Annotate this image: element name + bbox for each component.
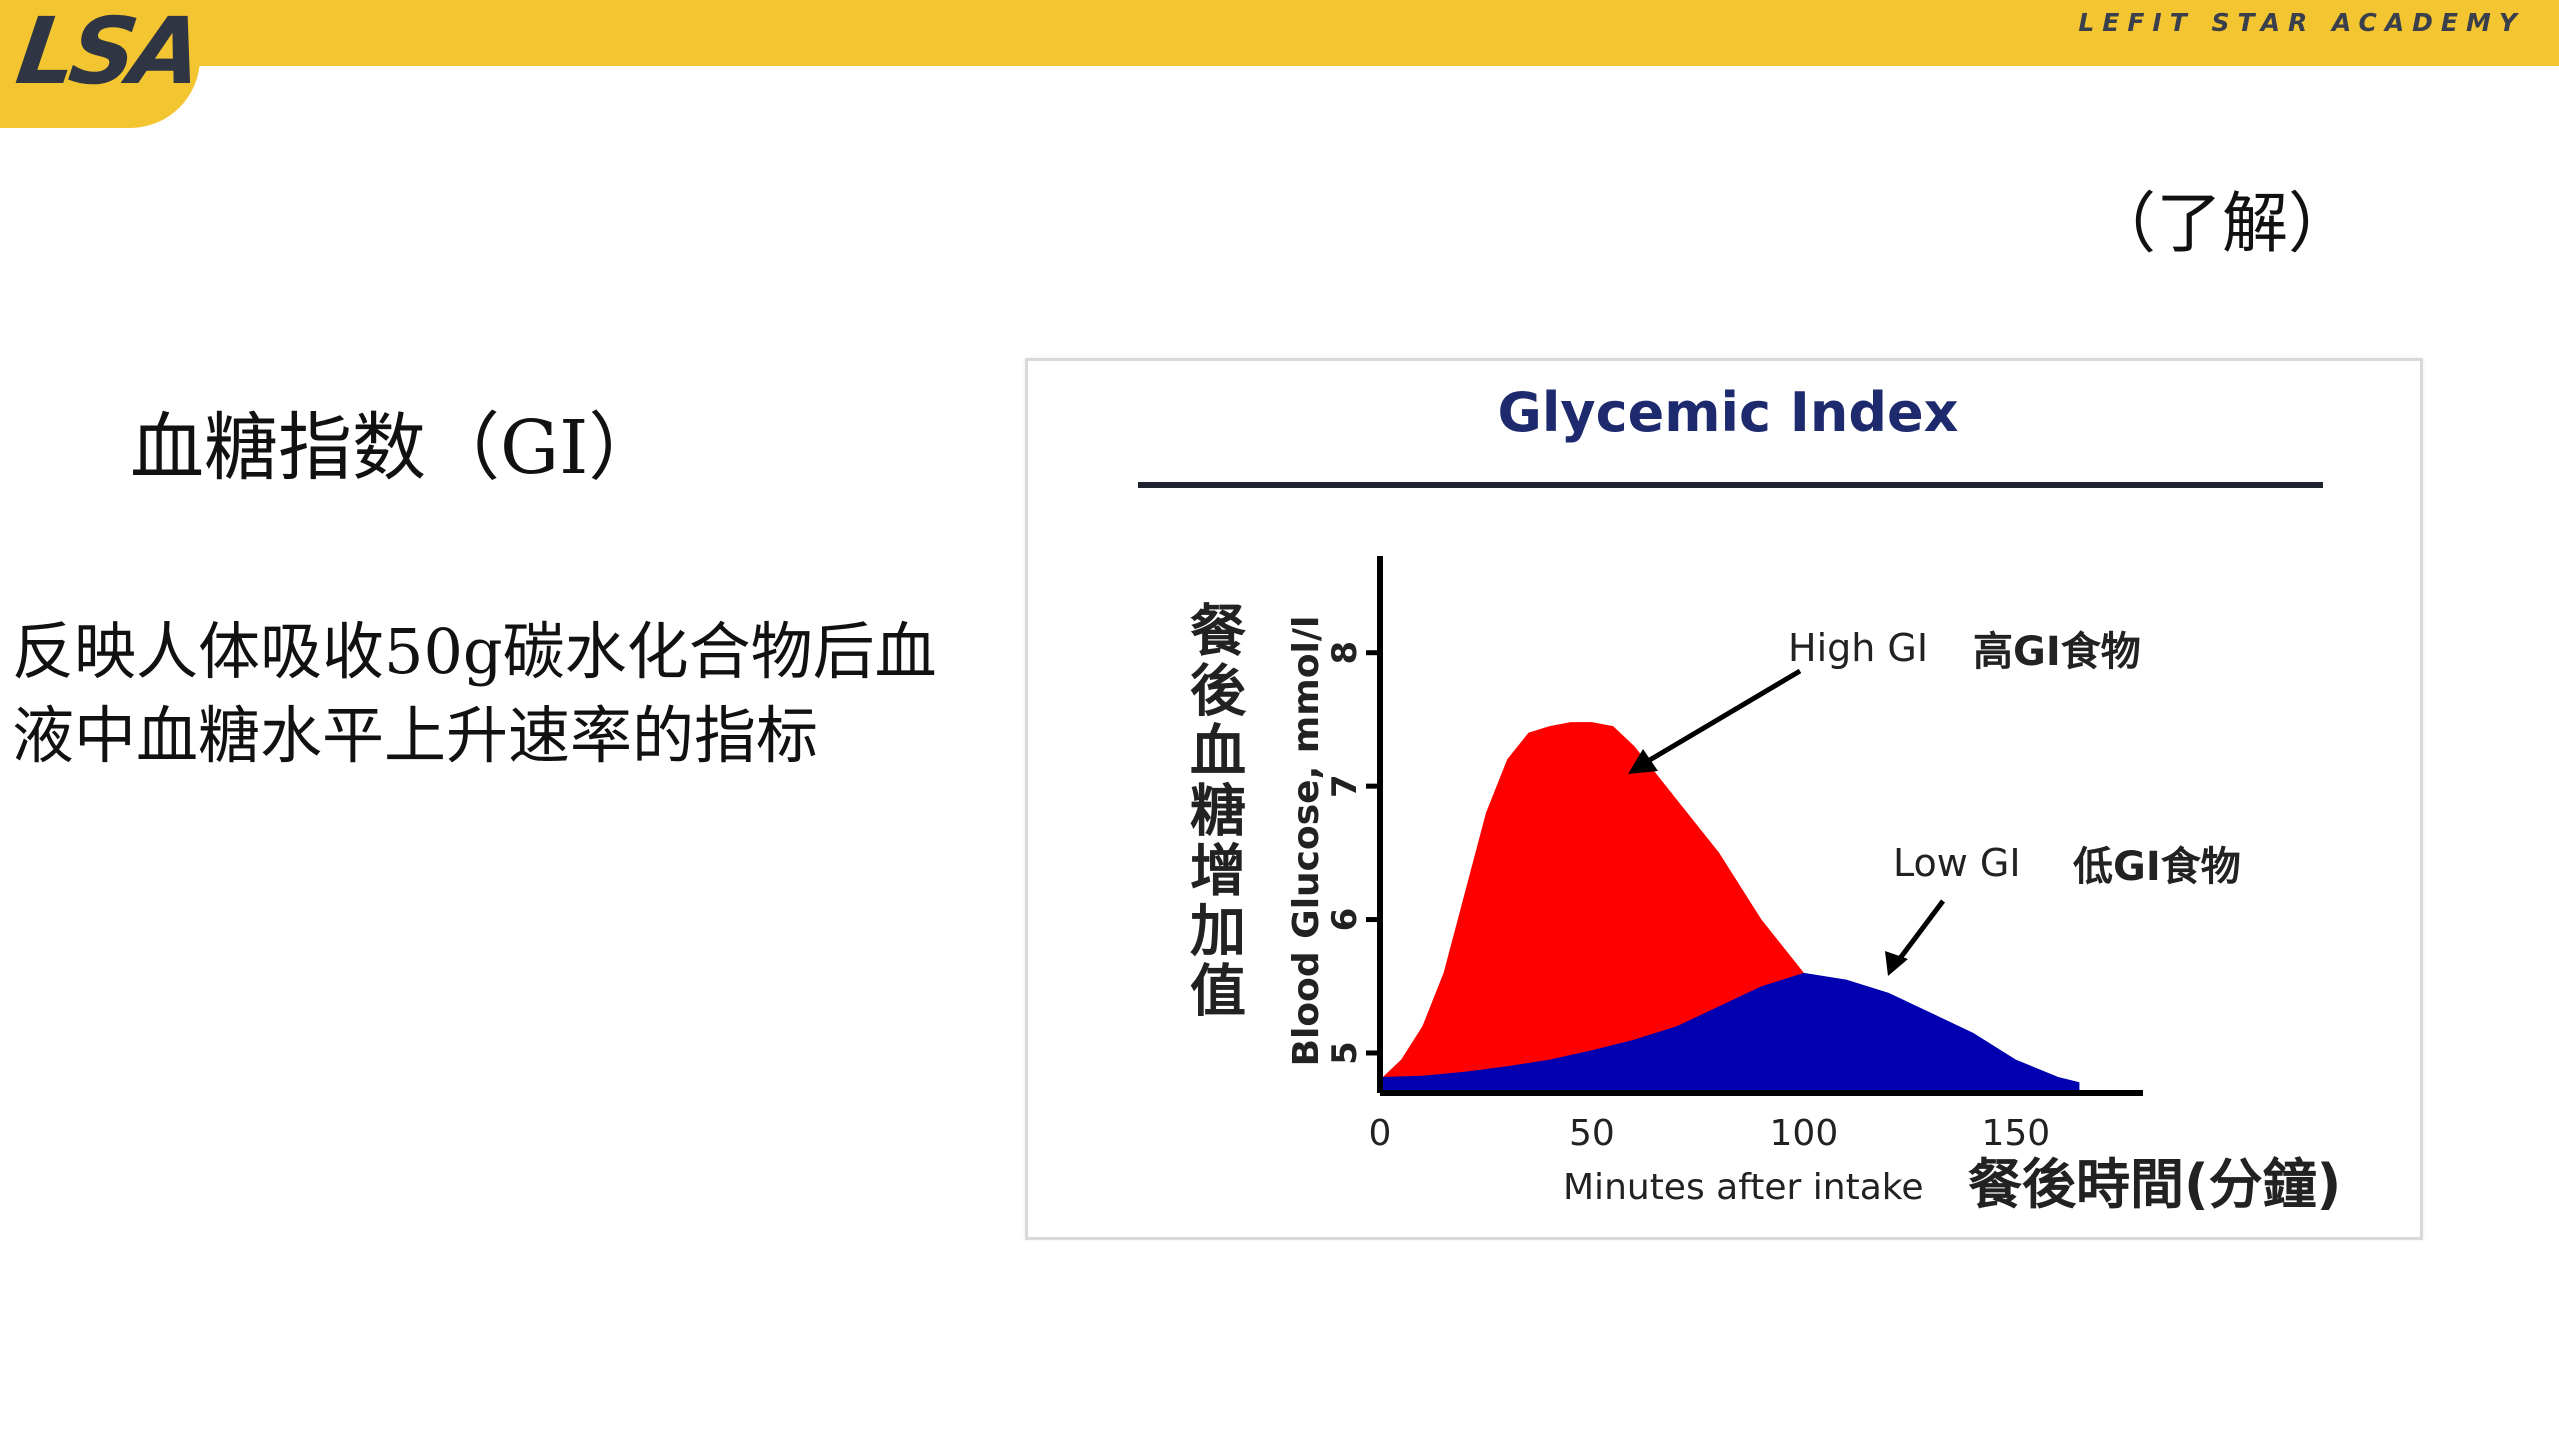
chart-frame: Glycemic Index 5 6 7 8 0 50 100 150 餐後血糖增加值 Blo… bbox=[1025, 358, 2423, 1240]
low-gi-arrow bbox=[1896, 899, 1945, 963]
y-tick-label: 5 bbox=[1325, 1041, 1365, 1065]
page-title: 血糖指数（GI） bbox=[130, 405, 663, 491]
y-axis-label: Blood Glucose, mmol/l bbox=[1286, 616, 1327, 1067]
logo-tab: LSA bbox=[0, 0, 204, 128]
high-gi-label-zh: 高GI食物 bbox=[1973, 629, 2141, 675]
x-tick-label: 0 bbox=[1369, 1113, 1392, 1154]
x-tick-label: 100 bbox=[1770, 1113, 1839, 1154]
description-line-2: 液中血糖水平上升速率的指标 bbox=[12, 699, 819, 772]
low-gi-label: Low GI bbox=[1893, 841, 2021, 885]
x-axis-label-zh: 餐後時間(分鐘) bbox=[1968, 1153, 2341, 1216]
x-tick-label: 50 bbox=[1569, 1113, 1615, 1154]
high-gi-label: High GI bbox=[1788, 626, 1928, 670]
x-tick-label: 150 bbox=[1981, 1113, 2050, 1154]
y-tick-label: 7 bbox=[1325, 774, 1365, 798]
y-tick-label: 8 bbox=[1325, 641, 1365, 665]
y-axis-label-zh: 餐後血糖增加值 bbox=[1181, 601, 1246, 1021]
hint-label: （了解） bbox=[2090, 185, 2354, 262]
chart-title: Glycemic Index bbox=[1498, 381, 1959, 444]
logo[interactable]: LSA bbox=[11, 0, 204, 105]
description: 反映人体吸收50g碳水化合物后血 液中血糖水平上升速率的指标 bbox=[12, 610, 1012, 778]
low-gi-label-zh: 低GI食物 bbox=[2073, 844, 2241, 890]
y-tick-label: 6 bbox=[1325, 908, 1365, 932]
plot-area bbox=[1380, 722, 2080, 1093]
x-axis-label: Minutes after intake bbox=[1563, 1167, 1923, 1208]
academy-name: LEFIT STAR ACADEMY bbox=[2078, 8, 2525, 37]
high-gi-arrow bbox=[1646, 668, 1802, 764]
description-line-1: 反映人体吸收50g碳水化合物后血 bbox=[12, 615, 937, 688]
glycemic-index-chart: Glycemic Index 5 6 7 8 0 50 100 150 餐後血糖增加值 Blo… bbox=[1138, 381, 2341, 1216]
